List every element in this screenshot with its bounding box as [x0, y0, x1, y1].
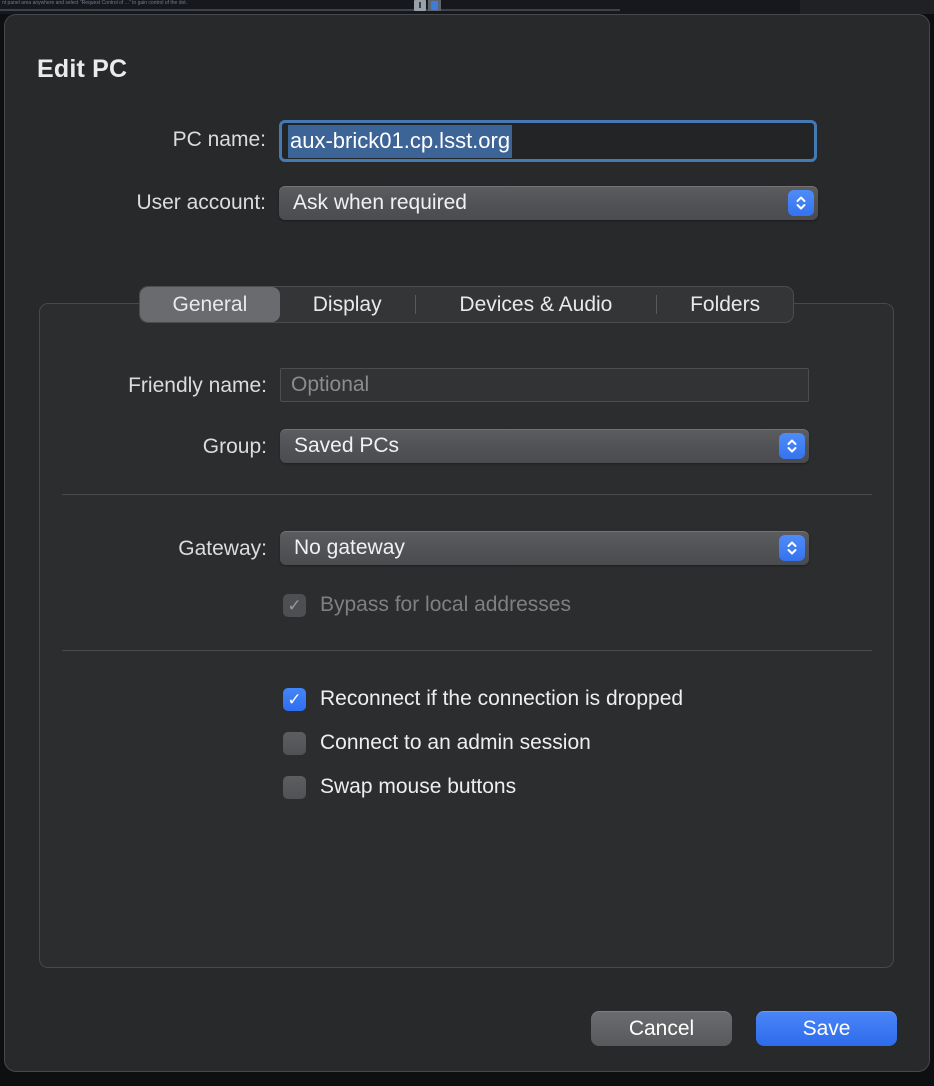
separator	[62, 650, 872, 651]
background-window-strip: nt panel area anywhere and select "Reque…	[0, 0, 934, 14]
checkbox-bypass-local[interactable]: ✓	[283, 594, 306, 617]
page-title: Edit PC	[37, 55, 127, 84]
background-window-text: nt panel area anywhere and select "Reque…	[2, 0, 602, 6]
chevron-updown-icon	[788, 190, 814, 216]
tab-devices-audio[interactable]: Devices & Audio	[416, 287, 657, 322]
chevron-updown-icon	[779, 535, 805, 561]
gateway-select[interactable]: No gateway	[280, 531, 809, 565]
background-window-right	[800, 0, 934, 14]
cancel-button[interactable]: Cancel	[591, 1011, 732, 1046]
pc-name-selected-text: aux-brick01.cp.lsst.org	[288, 125, 512, 158]
checkmark-icon: ✓	[287, 597, 301, 614]
background-divider	[0, 9, 620, 11]
tab-folders[interactable]: Folders	[657, 287, 793, 322]
save-button[interactable]: Save	[756, 1011, 897, 1046]
chevron-updown-icon	[779, 433, 805, 459]
gateway-value: No gateway	[294, 536, 405, 560]
general-tab-panel: Friendly name: Group: Saved PCs Gateway:…	[39, 303, 894, 968]
user-account-label: User account:	[26, 191, 266, 215]
friendly-name-input[interactable]	[280, 368, 809, 402]
checkbox-bypass-local-label: Bypass for local addresses	[320, 593, 571, 617]
user-account-select[interactable]: Ask when required	[279, 186, 818, 220]
checkbox-reconnect-label: Reconnect if the connection is dropped	[320, 687, 683, 711]
group-label: Group:	[57, 435, 267, 459]
group-value: Saved PCs	[294, 434, 399, 458]
group-select[interactable]: Saved PCs	[280, 429, 809, 463]
separator	[62, 494, 872, 495]
checkbox-admin-session[interactable]	[283, 732, 306, 755]
pc-name-input[interactable]: aux-brick01.cp.lsst.org	[279, 120, 817, 162]
tab-bar: General Display Devices & Audio Folders	[139, 286, 794, 323]
checkbox-swap-mouse-label: Swap mouse buttons	[320, 775, 516, 799]
checkmark-icon: ✓	[287, 691, 301, 708]
checkbox-swap-mouse[interactable]	[283, 776, 306, 799]
edit-pc-dialog: Edit PC PC name: aux-brick01.cp.lsst.org…	[4, 14, 930, 1072]
tab-general[interactable]: General	[140, 287, 280, 322]
user-account-value: Ask when required	[293, 191, 467, 215]
checkbox-reconnect[interactable]: ✓	[283, 688, 306, 711]
checkbox-admin-session-label: Connect to an admin session	[320, 731, 591, 755]
gateway-label: Gateway:	[57, 537, 267, 561]
background-app-icon	[428, 0, 441, 11]
tab-display[interactable]: Display	[280, 287, 415, 322]
background-scroll-thumb	[414, 0, 426, 11]
pc-name-label: PC name:	[26, 128, 266, 152]
friendly-name-label: Friendly name:	[57, 374, 267, 398]
